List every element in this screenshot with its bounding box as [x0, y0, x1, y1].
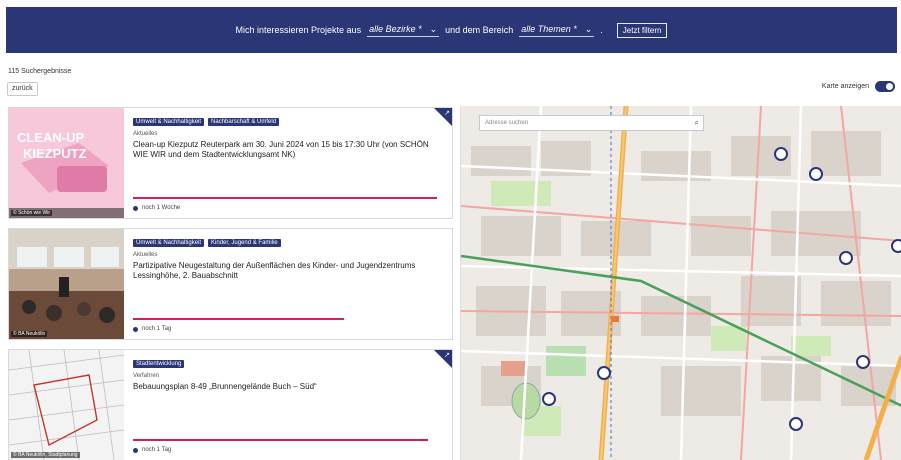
progress-bar — [133, 439, 428, 441]
card-status: noch 1 Tag — [133, 447, 171, 453]
tag: Umwelt & Nachhaltigkeit — [133, 239, 205, 247]
filter-bar: Mich interessieren Projekte aus alle Bez… — [6, 7, 897, 53]
map-canvas[interactable] — [461, 106, 901, 460]
progress-bar — [133, 318, 344, 320]
clock-icon — [133, 447, 138, 453]
tag: Nachbarschaft & Umfeld — [208, 118, 280, 126]
results-count: 115 Suchergebnisse — [8, 68, 72, 75]
bookmark-corner[interactable]: ↗ — [434, 350, 452, 368]
image-caption: © BA Neukölln — [11, 331, 48, 337]
clock-icon — [133, 205, 138, 211]
progress-bar — [133, 197, 437, 199]
card-status: noch 1 Tag — [133, 326, 171, 332]
filter-text-end: . — [600, 25, 603, 35]
filter-text-middle: und dem Bereich — [445, 25, 514, 35]
project-card[interactable]: © BA Neukölln, Stadtplanung Stadtentwick… — [8, 349, 453, 460]
chevron-down-icon: ⌄ — [429, 23, 438, 34]
district-select-value: alle Bezirke * — [369, 24, 422, 34]
card-kind: Aktuelles — [133, 131, 158, 137]
card-status-text: noch 1 Woche — [142, 205, 181, 211]
filter-text-prefix: Mich interessieren Projekte aus — [235, 25, 362, 35]
card-image: CLEAN-UP KIEZPUTZ © Schön wie Wir — [9, 108, 124, 218]
map-view[interactable]: Adresse suchen ⌕ — [460, 106, 901, 460]
reset-button[interactable]: zurück — [7, 82, 38, 96]
card-kind: Aktuelles — [133, 252, 158, 258]
card-title[interactable]: Partizipative Neugestaltung der Außenflä… — [133, 261, 442, 281]
map-toggle-label: Karte anzeigen — [821, 83, 869, 90]
external-link-icon: ↗ — [444, 110, 450, 117]
card-title[interactable]: Bebauungsplan 8-49 „Brunnengelände Buch … — [133, 382, 442, 392]
theme-select-value: alle Themen * — [521, 24, 577, 34]
search-icon[interactable]: ⌕ — [695, 118, 699, 128]
card-status-text: noch 1 Tag — [142, 326, 172, 332]
tag: Kinder, Jugend & Familie — [208, 239, 281, 247]
project-card[interactable]: © BA Neukölln Umwelt & Nachhaltigkeit Ki… — [8, 228, 453, 340]
card-image: © BA Neukölln, Stadtplanung — [9, 350, 124, 460]
map-search-input[interactable]: Adresse suchen ⌕ — [479, 115, 704, 131]
tag: Stadtentwicklung — [133, 360, 185, 368]
district-select[interactable]: alle Bezirke * ⌄ — [367, 23, 440, 37]
theme-select[interactable]: alle Themen * ⌄ — [519, 23, 595, 37]
clock-icon — [133, 326, 138, 332]
image-caption: © Schön wie Wir — [11, 210, 53, 216]
project-card[interactable]: CLEAN-UP KIEZPUTZ © Schön wie Wir Umwelt… — [8, 107, 453, 219]
card-status: noch 1 Woche — [133, 205, 180, 211]
svg-text:KIEZPUTZ: KIEZPUTZ — [23, 146, 87, 161]
external-link-icon: ↗ — [444, 352, 450, 359]
chevron-down-icon: ⌄ — [584, 23, 593, 34]
image-caption: © BA Neukölln, Stadtplanung — [11, 452, 80, 458]
card-kind: Verfahren — [133, 373, 160, 379]
card-title[interactable]: Clean-up Kiezputz Reuterpark am 30. Juni… — [133, 140, 442, 160]
map-search-placeholder: Adresse suchen — [485, 120, 529, 126]
tag: Umwelt & Nachhaltigkeit — [133, 118, 205, 126]
toggle-switch[interactable] — [875, 81, 895, 92]
card-image-text: CLEAN-UP — [17, 130, 84, 145]
card-image: © BA Neukölln — [9, 229, 124, 339]
card-status-text: noch 1 Tag — [142, 447, 172, 453]
map-toggle[interactable]: Karte anzeigen — [822, 81, 895, 92]
filter-submit-button[interactable]: Jetzt filtern — [616, 22, 668, 38]
bookmark-corner[interactable]: ↗ — [434, 108, 452, 126]
